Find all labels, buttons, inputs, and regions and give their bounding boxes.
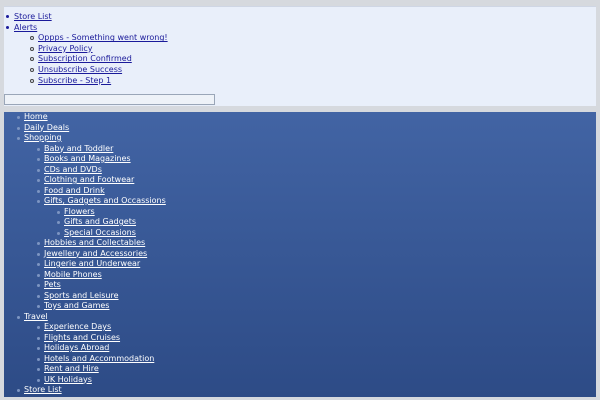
holidays-abroad-link[interactable]: Holidays Abroad xyxy=(44,343,109,352)
privacy-policy-link[interactable]: Privacy Policy xyxy=(38,44,93,53)
jewellery-accessories-link[interactable]: Jewellery and Accessories xyxy=(44,249,147,258)
oops-link[interactable]: Oppps - Something went wrong! xyxy=(38,33,168,42)
shopping-item: Hobbies and Collectables xyxy=(37,238,166,249)
nav-item-home: Home xyxy=(17,112,166,123)
alerts-submenu: Oppps - Something went wrong! Privacy Po… xyxy=(4,33,168,86)
nav-store-list-link[interactable]: Store List xyxy=(24,385,62,394)
toys-games-link[interactable]: Toys and Games xyxy=(44,301,109,310)
top-panel: Store List Alerts Oppps - Something went… xyxy=(4,6,596,107)
shopping-item: Sports and Leisure xyxy=(37,291,166,302)
shopping-item: Clothing and Footwear xyxy=(37,175,166,186)
hotels-accommodation-link[interactable]: Hotels and Accommodation xyxy=(44,354,154,363)
travel-item: Hotels and Accommodation xyxy=(37,354,166,365)
gifts-item: Gifts and Gadgets xyxy=(57,217,166,228)
gifts-gadgets-occasions-link[interactable]: Gifts, Gadgets and Occassions xyxy=(44,196,166,205)
nav-item-shopping: Shopping Baby and Toddler Books and Maga… xyxy=(17,133,166,312)
store-list-link[interactable]: Store List xyxy=(14,12,52,21)
main-nav-panel: Home Daily Deals Shopping Baby and Toddl… xyxy=(4,112,596,397)
food-drink-link[interactable]: Food and Drink xyxy=(44,186,105,195)
gifts-submenu: Flowers Gifts and Gadgets Special Occasi… xyxy=(57,207,166,239)
cds-dvds-link[interactable]: CDs and DVDs xyxy=(44,165,102,174)
flights-cruises-link[interactable]: Flights and Cruises xyxy=(44,333,120,342)
shopping-item: Books and Magazines xyxy=(37,154,166,165)
travel-item: Experience Days xyxy=(37,322,166,333)
shopping-item: Jewellery and Accessories xyxy=(37,249,166,260)
unsubscribe-success-link[interactable]: Unsubscribe Success xyxy=(38,65,122,74)
alerts-item: Oppps - Something went wrong! xyxy=(30,33,168,44)
gifts-gadgets-link[interactable]: Gifts and Gadgets xyxy=(64,217,136,226)
pets-link[interactable]: Pets xyxy=(44,280,61,289)
alerts-link[interactable]: Alerts xyxy=(14,23,37,32)
shopping-item: Baby and Toddler xyxy=(37,144,166,155)
shopping-link[interactable]: Shopping xyxy=(24,133,62,142)
gifts-item: Special Occasions xyxy=(57,228,166,239)
top-menu: Store List Alerts Oppps - Something went… xyxy=(6,12,168,87)
travel-item: UK Holidays xyxy=(37,375,166,386)
search-input[interactable] xyxy=(4,94,215,105)
mobile-phones-link[interactable]: Mobile Phones xyxy=(44,270,102,279)
experience-days-link[interactable]: Experience Days xyxy=(44,322,111,331)
shopping-item: Toys and Games xyxy=(37,301,166,312)
alerts-item: Subscription Confirmed xyxy=(30,54,168,65)
main-nav: Home Daily Deals Shopping Baby and Toddl… xyxy=(17,112,166,396)
gifts-item: Flowers xyxy=(57,207,166,218)
shopping-item: Food and Drink xyxy=(37,186,166,197)
alerts-item: Unsubscribe Success xyxy=(30,65,168,76)
rent-hire-link[interactable]: Rent and Hire xyxy=(44,364,99,373)
travel-item: Flights and Cruises xyxy=(37,333,166,344)
sports-leisure-link[interactable]: Sports and Leisure xyxy=(44,291,119,300)
flowers-link[interactable]: Flowers xyxy=(64,207,95,216)
shopping-submenu: Baby and Toddler Books and Magazines CDs… xyxy=(37,144,166,312)
nav-item-travel: Travel Experience Days Flights and Cruis… xyxy=(17,312,166,386)
travel-item: Rent and Hire xyxy=(37,364,166,375)
shopping-item: Lingerie and Underwear xyxy=(37,259,166,270)
nav-item-store-list: Store List xyxy=(17,385,166,396)
shopping-item: Gifts, Gadgets and Occassions Flowers Gi… xyxy=(37,196,166,239)
books-magazines-link[interactable]: Books and Magazines xyxy=(44,154,131,163)
hobbies-collectables-link[interactable]: Hobbies and Collectables xyxy=(44,238,145,247)
subscribe-step1-link[interactable]: Subscribe - Step 1 xyxy=(38,76,111,85)
subscription-confirmed-link[interactable]: Subscription Confirmed xyxy=(38,54,132,63)
uk-holidays-link[interactable]: UK Holidays xyxy=(44,375,92,384)
nav-item-daily-deals: Daily Deals xyxy=(17,123,166,134)
clothing-footwear-link[interactable]: Clothing and Footwear xyxy=(44,175,134,184)
alerts-item: Subscribe - Step 1 xyxy=(30,76,168,87)
travel-link[interactable]: Travel xyxy=(24,312,48,321)
alerts-item: Privacy Policy xyxy=(30,44,168,55)
baby-toddler-link[interactable]: Baby and Toddler xyxy=(44,144,113,153)
shopping-item: Pets xyxy=(37,280,166,291)
travel-submenu: Experience Days Flights and Cruises Holi… xyxy=(37,322,166,386)
lingerie-underwear-link[interactable]: Lingerie and Underwear xyxy=(44,259,140,268)
special-occasions-link[interactable]: Special Occasions xyxy=(64,228,136,237)
top-menu-item-store-list: Store List xyxy=(6,12,168,23)
travel-item: Holidays Abroad xyxy=(37,343,166,354)
daily-deals-link[interactable]: Daily Deals xyxy=(24,123,69,132)
home-link[interactable]: Home xyxy=(24,112,48,121)
top-menu-item-alerts: Alerts Oppps - Something went wrong! Pri… xyxy=(6,23,168,87)
shopping-item: Mobile Phones xyxy=(37,270,166,281)
shopping-item: CDs and DVDs xyxy=(37,165,166,176)
